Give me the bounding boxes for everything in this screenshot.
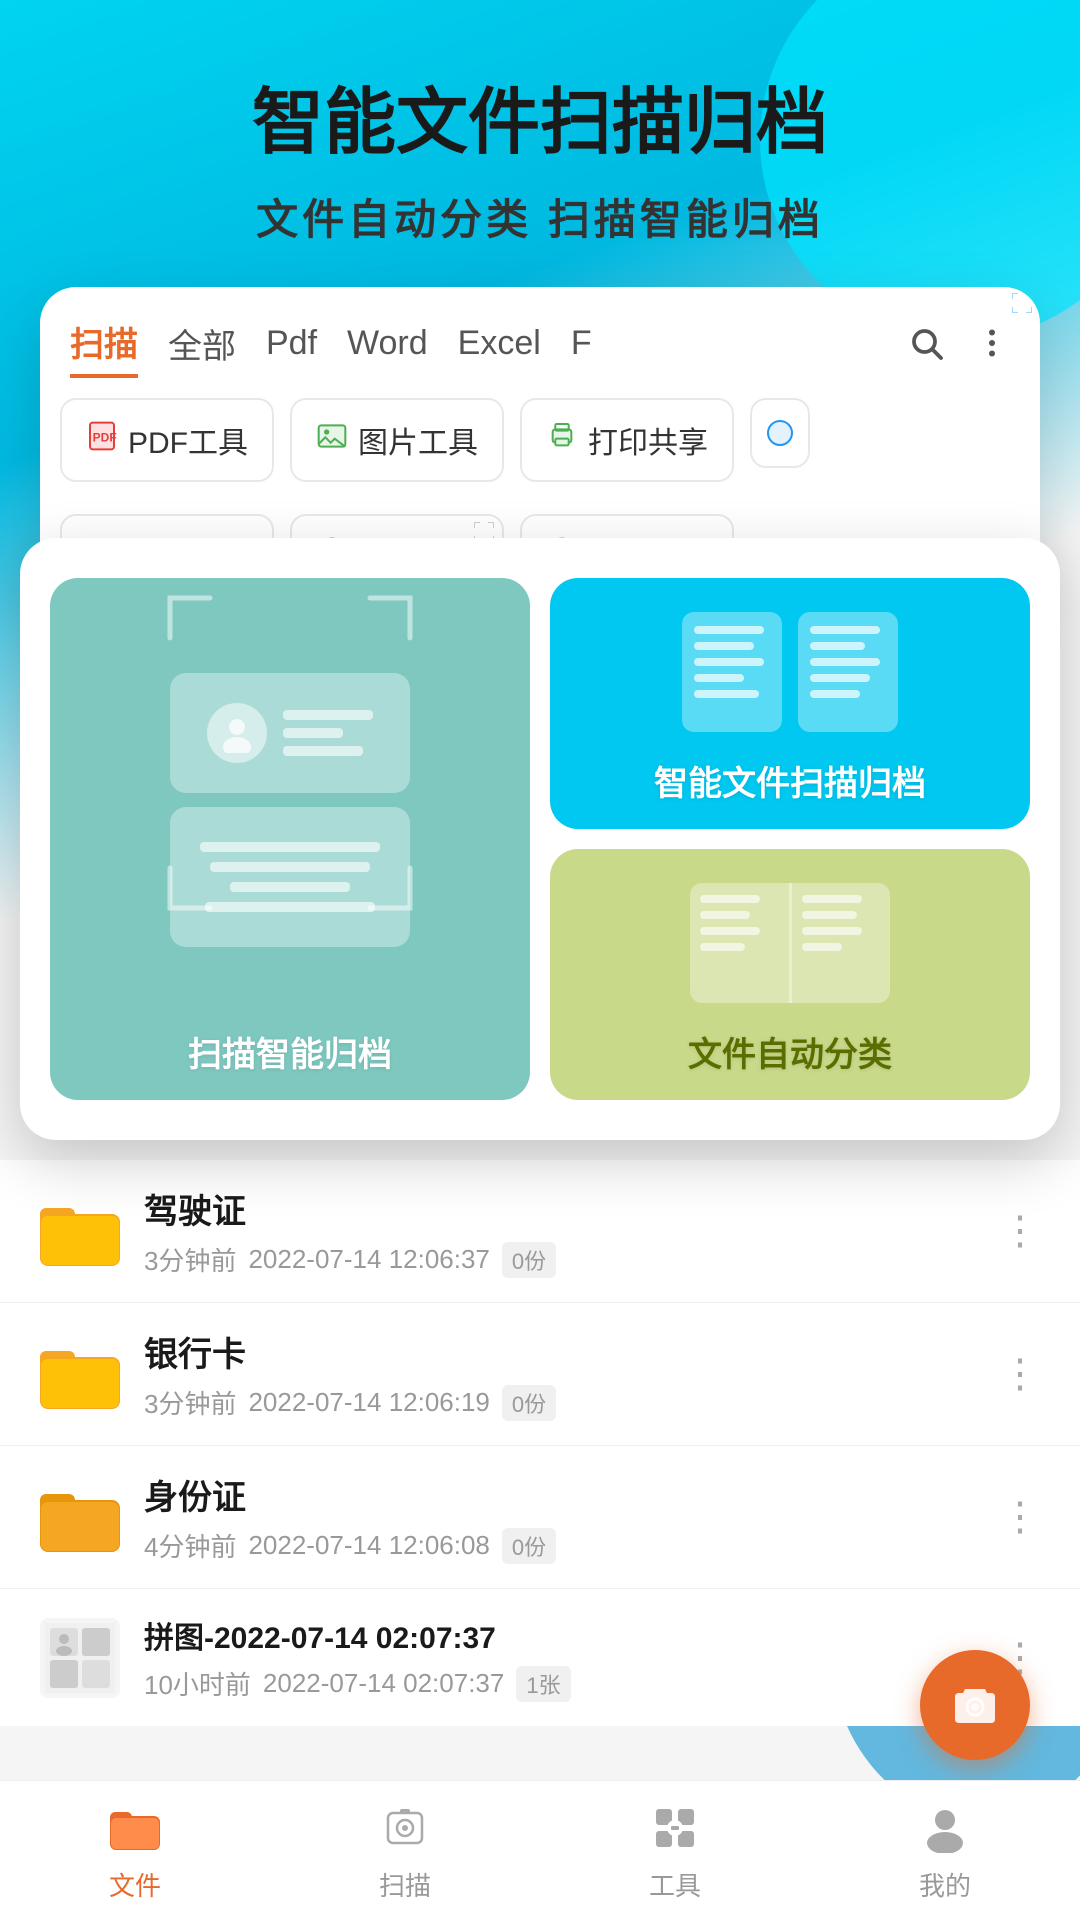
bottom-nav: 文件 扫描 工具	[0, 1780, 1080, 1920]
pdf-icon: PDF	[86, 420, 118, 460]
doc-card	[170, 807, 410, 947]
img-icon	[316, 420, 348, 460]
tab-excel[interactable]: Excel	[458, 324, 541, 371]
feature-card-auto-classify[interactable]: 文件自动分类	[550, 849, 1030, 1100]
doc-1	[682, 612, 782, 732]
file-more-1[interactable]: ⋮	[1000, 1208, 1040, 1254]
tab-word[interactable]: Word	[347, 324, 428, 371]
tab-f[interactable]: F	[571, 324, 592, 371]
nav-tools[interactable]: 工具	[645, 1798, 705, 1903]
tool-img-label: 图片工具	[358, 418, 478, 462]
tab-pdf[interactable]: Pdf	[266, 324, 317, 371]
nav-mine-label: 我的	[919, 1866, 971, 1903]
nav-scan-icon	[375, 1798, 435, 1858]
tool-img[interactable]: 图片工具	[290, 398, 504, 482]
search-icon[interactable]	[908, 325, 944, 370]
file-name-3: 身份证	[144, 1470, 976, 1519]
nav-scan[interactable]: 扫描	[375, 1798, 435, 1903]
file-name-2: 银行卡	[144, 1327, 976, 1376]
file-name-4: 拼图-2022-07-14 02:07:37	[144, 1613, 976, 1657]
file-info-4: 拼图-2022-07-14 02:07:37 10小时前 2022-07-14 …	[144, 1613, 976, 1702]
file-more-2[interactable]: ⋮	[1000, 1351, 1040, 1397]
card-doc-area-left	[74, 608, 506, 1011]
sub-title: 文件自动分类 扫描智能归档	[60, 186, 1020, 247]
book-icon-area	[690, 873, 890, 1013]
file-info-1: 驾驶证 3分钟前 2022-07-14 12:06:37 0份	[144, 1184, 976, 1278]
feature-card-smart-scan[interactable]: 智能文件扫描归档	[550, 578, 1030, 829]
doc-2	[798, 612, 898, 732]
book-page-left	[690, 883, 792, 1003]
nav-files[interactable]: 文件	[105, 1798, 165, 1903]
puzzle-thumb	[40, 1618, 120, 1698]
file-meta-3: 4分钟前 2022-07-14 12:06:08 0份	[144, 1527, 976, 1564]
nav-tools-icon	[645, 1798, 705, 1858]
nav-scan-label: 扫描	[379, 1866, 431, 1903]
book-page-right	[792, 883, 891, 1003]
dual-doc-area	[682, 602, 898, 742]
tool-more-partial	[750, 398, 810, 468]
tabs-row: 扫描 全部 Pdf Word Excel F	[40, 317, 1040, 398]
folder-icon-1	[40, 1196, 120, 1266]
feature-left-label: 扫描智能归档	[188, 1027, 392, 1076]
file-item[interactable]: 身份证 4分钟前 2022-07-14 12:06:08 0份 ⋮	[0, 1446, 1080, 1589]
file-more-3[interactable]: ⋮	[1000, 1494, 1040, 1540]
tab-all[interactable]: 全部	[168, 319, 236, 376]
file-item[interactable]: 拼图-2022-07-14 02:07:37 10小时前 2022-07-14 …	[0, 1589, 1080, 1726]
tools-row-1: PDF PDF工具 图片工具 打	[40, 398, 1040, 498]
feature-popup: 扫描智能归档	[20, 538, 1060, 1140]
file-meta-4: 10小时前 2022-07-14 02:07:37 1张	[144, 1665, 976, 1702]
file-meta-1: 3分钟前 2022-07-14 12:06:37 0份	[144, 1241, 976, 1278]
nav-person-icon	[915, 1798, 975, 1858]
file-info-3: 身份证 4分钟前 2022-07-14 12:06:08 0份	[144, 1470, 976, 1564]
feature-card-scan[interactable]: 扫描智能归档	[50, 578, 530, 1100]
nav-tools-label: 工具	[649, 1866, 701, 1903]
tool-pdf-label: PDF工具	[128, 418, 248, 462]
file-info-2: 银行卡 3分钟前 2022-07-14 12:06:19 0份	[144, 1327, 976, 1421]
more-icon[interactable]	[974, 325, 1010, 370]
tab-scan[interactable]: 扫描	[70, 317, 138, 378]
file-list: 驾驶证 3分钟前 2022-07-14 12:06:37 0份 ⋮ 银行卡 3分…	[0, 1160, 1080, 1726]
main-title: 智能文件扫描归档	[60, 80, 1020, 166]
id-card-lines	[283, 710, 373, 756]
header-section: 智能文件扫描归档 文件自动分类 扫描智能归档	[0, 0, 1080, 287]
folder-icon-2	[40, 1339, 120, 1409]
feature-right-bottom-label: 文件自动分类	[688, 1027, 892, 1076]
book-shape	[690, 883, 890, 1003]
file-item[interactable]: 银行卡 3分钟前 2022-07-14 12:06:19 0份 ⋮	[0, 1303, 1080, 1446]
file-name-1: 驾驶证	[144, 1184, 976, 1233]
tool-pdf[interactable]: PDF PDF工具	[60, 398, 274, 482]
feature-right-top-label: 智能文件扫描归档	[654, 756, 926, 805]
fab-camera-button[interactable]	[920, 1650, 1030, 1760]
nav-files-label: 文件	[109, 1866, 161, 1903]
feature-card-right: 智能文件扫描归档	[550, 578, 1030, 1100]
feature-grid: 扫描智能归档	[50, 578, 1030, 1100]
nav-folder-icon	[105, 1798, 165, 1858]
folder-icon-3	[40, 1482, 120, 1552]
nav-mine[interactable]: 我的	[915, 1798, 975, 1903]
file-item[interactable]: 驾驶证 3分钟前 2022-07-14 12:06:37 0份 ⋮	[0, 1160, 1080, 1303]
person-icon	[207, 703, 267, 763]
tool-print-label: 打印共享	[588, 418, 708, 462]
tool-print[interactable]: 打印共享	[520, 398, 734, 482]
print-icon	[546, 420, 578, 460]
svg-text:PDF: PDF	[93, 431, 117, 445]
id-card-doc	[170, 673, 410, 793]
file-meta-2: 3分钟前 2022-07-14 12:06:19 0份	[144, 1384, 976, 1421]
